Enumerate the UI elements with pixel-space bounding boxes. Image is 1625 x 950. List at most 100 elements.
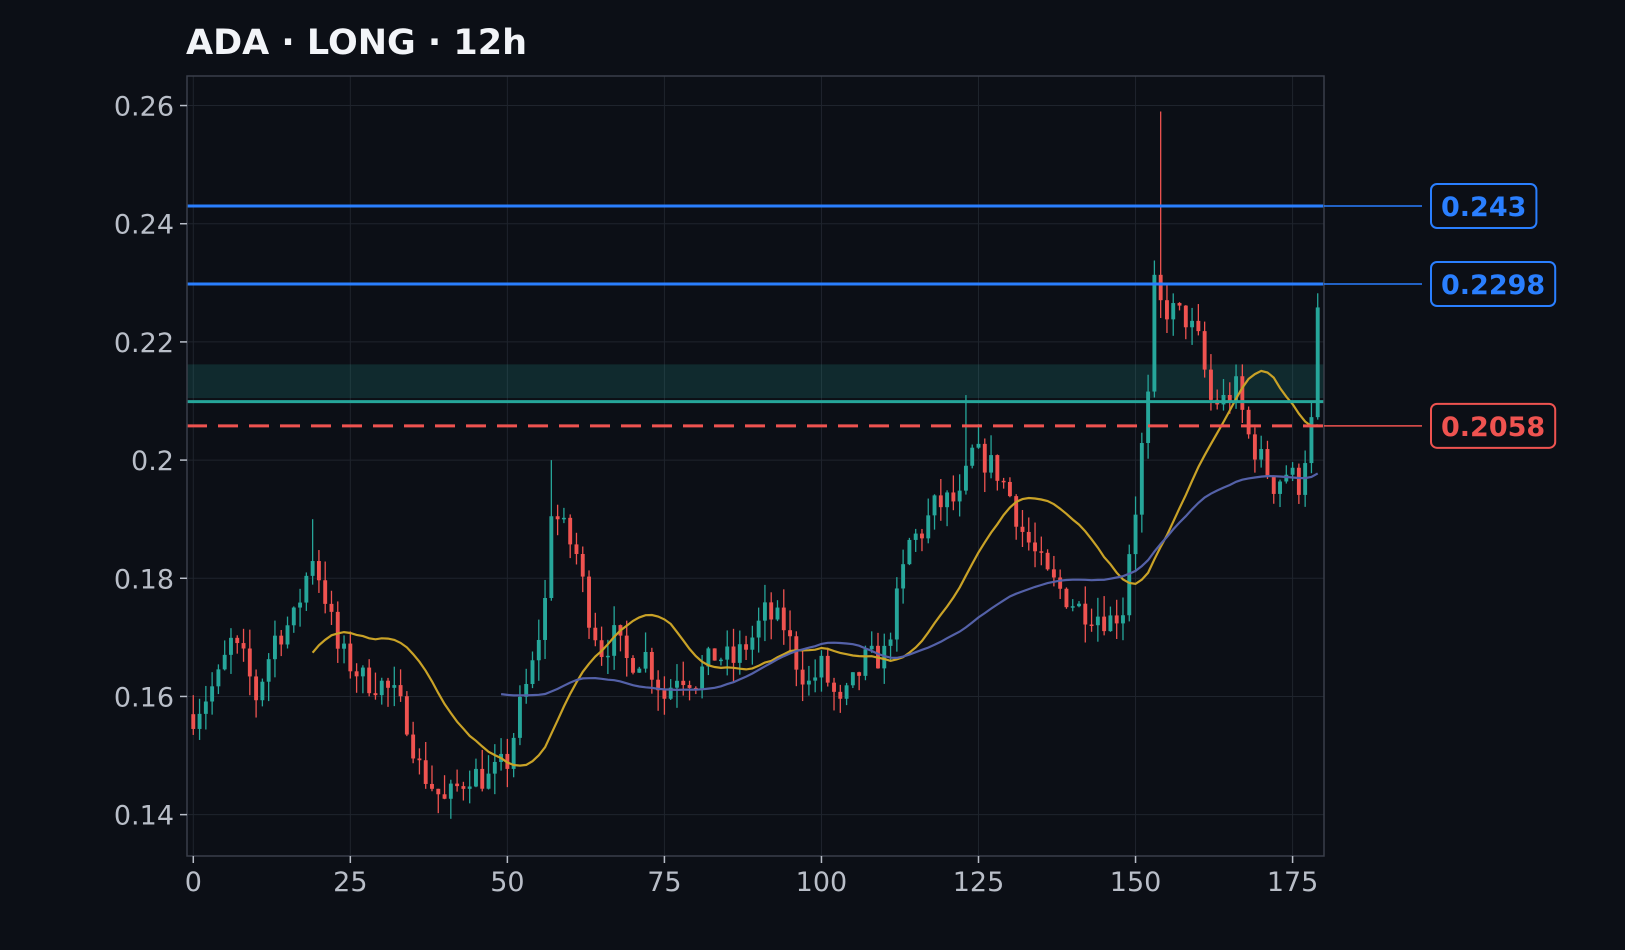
candle-body <box>568 517 573 545</box>
candle-body <box>857 672 862 676</box>
candle-body <box>976 443 981 448</box>
candle-body <box>191 714 196 729</box>
plot-frame <box>186 75 1325 857</box>
candle-body <box>593 627 598 641</box>
candle-body <box>901 564 906 589</box>
candle-body <box>272 635 277 660</box>
candle-body <box>894 588 899 640</box>
candle-body <box>329 603 334 612</box>
candle-body <box>1171 303 1176 320</box>
candle-body <box>756 620 761 638</box>
candle-body <box>549 516 554 598</box>
x-tick-label: 75 <box>647 867 681 898</box>
candle-body <box>379 680 384 696</box>
candle-body <box>1089 624 1094 627</box>
candle-body <box>1146 391 1151 444</box>
candle-body <box>455 783 460 787</box>
price-tags: 0.243 0.2298 0.2058 <box>1324 183 1557 449</box>
candle-body <box>1139 443 1144 515</box>
candle-body <box>486 773 491 789</box>
candle-body <box>844 685 849 699</box>
candle-body <box>1039 551 1044 553</box>
ma-slow-line <box>500 472 1319 697</box>
x-tick-label: 100 <box>796 867 848 898</box>
candle-body <box>995 455 1000 481</box>
candle-body <box>1058 577 1063 589</box>
grid <box>187 76 1324 856</box>
candle-body <box>279 635 284 645</box>
candle-body <box>1070 606 1075 608</box>
candle-body <box>1240 376 1245 410</box>
candle-body <box>1271 476 1276 494</box>
candle-body <box>970 447 975 466</box>
ma-fast-line <box>311 369 1318 767</box>
candle-body <box>788 630 792 637</box>
candle-body <box>1252 434 1257 460</box>
candle-body <box>323 580 328 604</box>
candle-body <box>1158 274 1163 301</box>
candle-body <box>411 734 416 759</box>
candlestick-chart: ADA · LONG · 12h 0 25 50 75 100 125 150 175 0.1… <box>114 23 1557 898</box>
y-tick-label: 0.18 <box>114 564 174 595</box>
candle-body <box>769 602 774 620</box>
candle-body <box>203 701 208 714</box>
candle-body <box>744 644 749 650</box>
candle-body <box>266 659 271 682</box>
candle-body <box>612 625 617 656</box>
candle-body <box>587 576 591 628</box>
candle-body <box>367 667 372 694</box>
candle-body <box>417 758 422 761</box>
candle-body <box>1045 552 1050 570</box>
candle-body <box>216 669 221 687</box>
candle-body <box>580 553 585 577</box>
candle-body <box>637 668 642 673</box>
candle-body <box>1290 467 1295 475</box>
candle-body <box>888 639 893 646</box>
candle-body <box>838 691 843 699</box>
candle-body <box>1177 303 1182 306</box>
candle-body <box>1077 603 1081 607</box>
candle-body <box>1001 480 1006 483</box>
candle-body <box>260 681 265 701</box>
candle-body <box>624 635 629 659</box>
candle-body <box>1202 331 1207 370</box>
candle-body <box>945 492 950 508</box>
candle-body <box>373 693 378 696</box>
x-tick-label: 50 <box>490 867 524 898</box>
candle-body <box>1020 526 1025 532</box>
candle-body <box>241 643 246 649</box>
candle-body <box>492 761 497 774</box>
candle-body <box>938 495 943 508</box>
target-1-price-tag: 0.2298 <box>1441 270 1545 301</box>
candle-body <box>310 561 315 576</box>
candle-body <box>832 682 836 692</box>
candle-body <box>386 680 390 688</box>
candle-body <box>725 646 730 660</box>
candle-body <box>316 561 321 581</box>
candle-body <box>404 696 409 735</box>
candle-body <box>291 607 296 626</box>
candle-body <box>474 768 478 787</box>
candle-body <box>1102 616 1107 632</box>
candle-body <box>957 490 962 502</box>
candle-body <box>448 783 453 799</box>
candle-body <box>1246 409 1251 435</box>
candle-body <box>806 680 811 685</box>
candle-body <box>335 611 340 649</box>
candle-body <box>800 669 805 685</box>
candle-body <box>781 607 786 631</box>
candle-body <box>235 637 240 644</box>
candle-body <box>197 713 202 729</box>
candle-body <box>536 639 541 661</box>
candle-body <box>1133 514 1138 555</box>
candle-body <box>461 786 466 789</box>
candle-body <box>920 533 924 539</box>
candle-body <box>662 690 667 699</box>
target-2-price-tag: 0.243 <box>1441 192 1526 223</box>
candle-body <box>285 625 290 645</box>
candle-body <box>342 643 346 649</box>
candle-body <box>649 651 654 680</box>
candle-body <box>794 636 799 670</box>
stop-price-tag: 0.2058 <box>1441 412 1545 443</box>
candle-body <box>398 685 403 697</box>
